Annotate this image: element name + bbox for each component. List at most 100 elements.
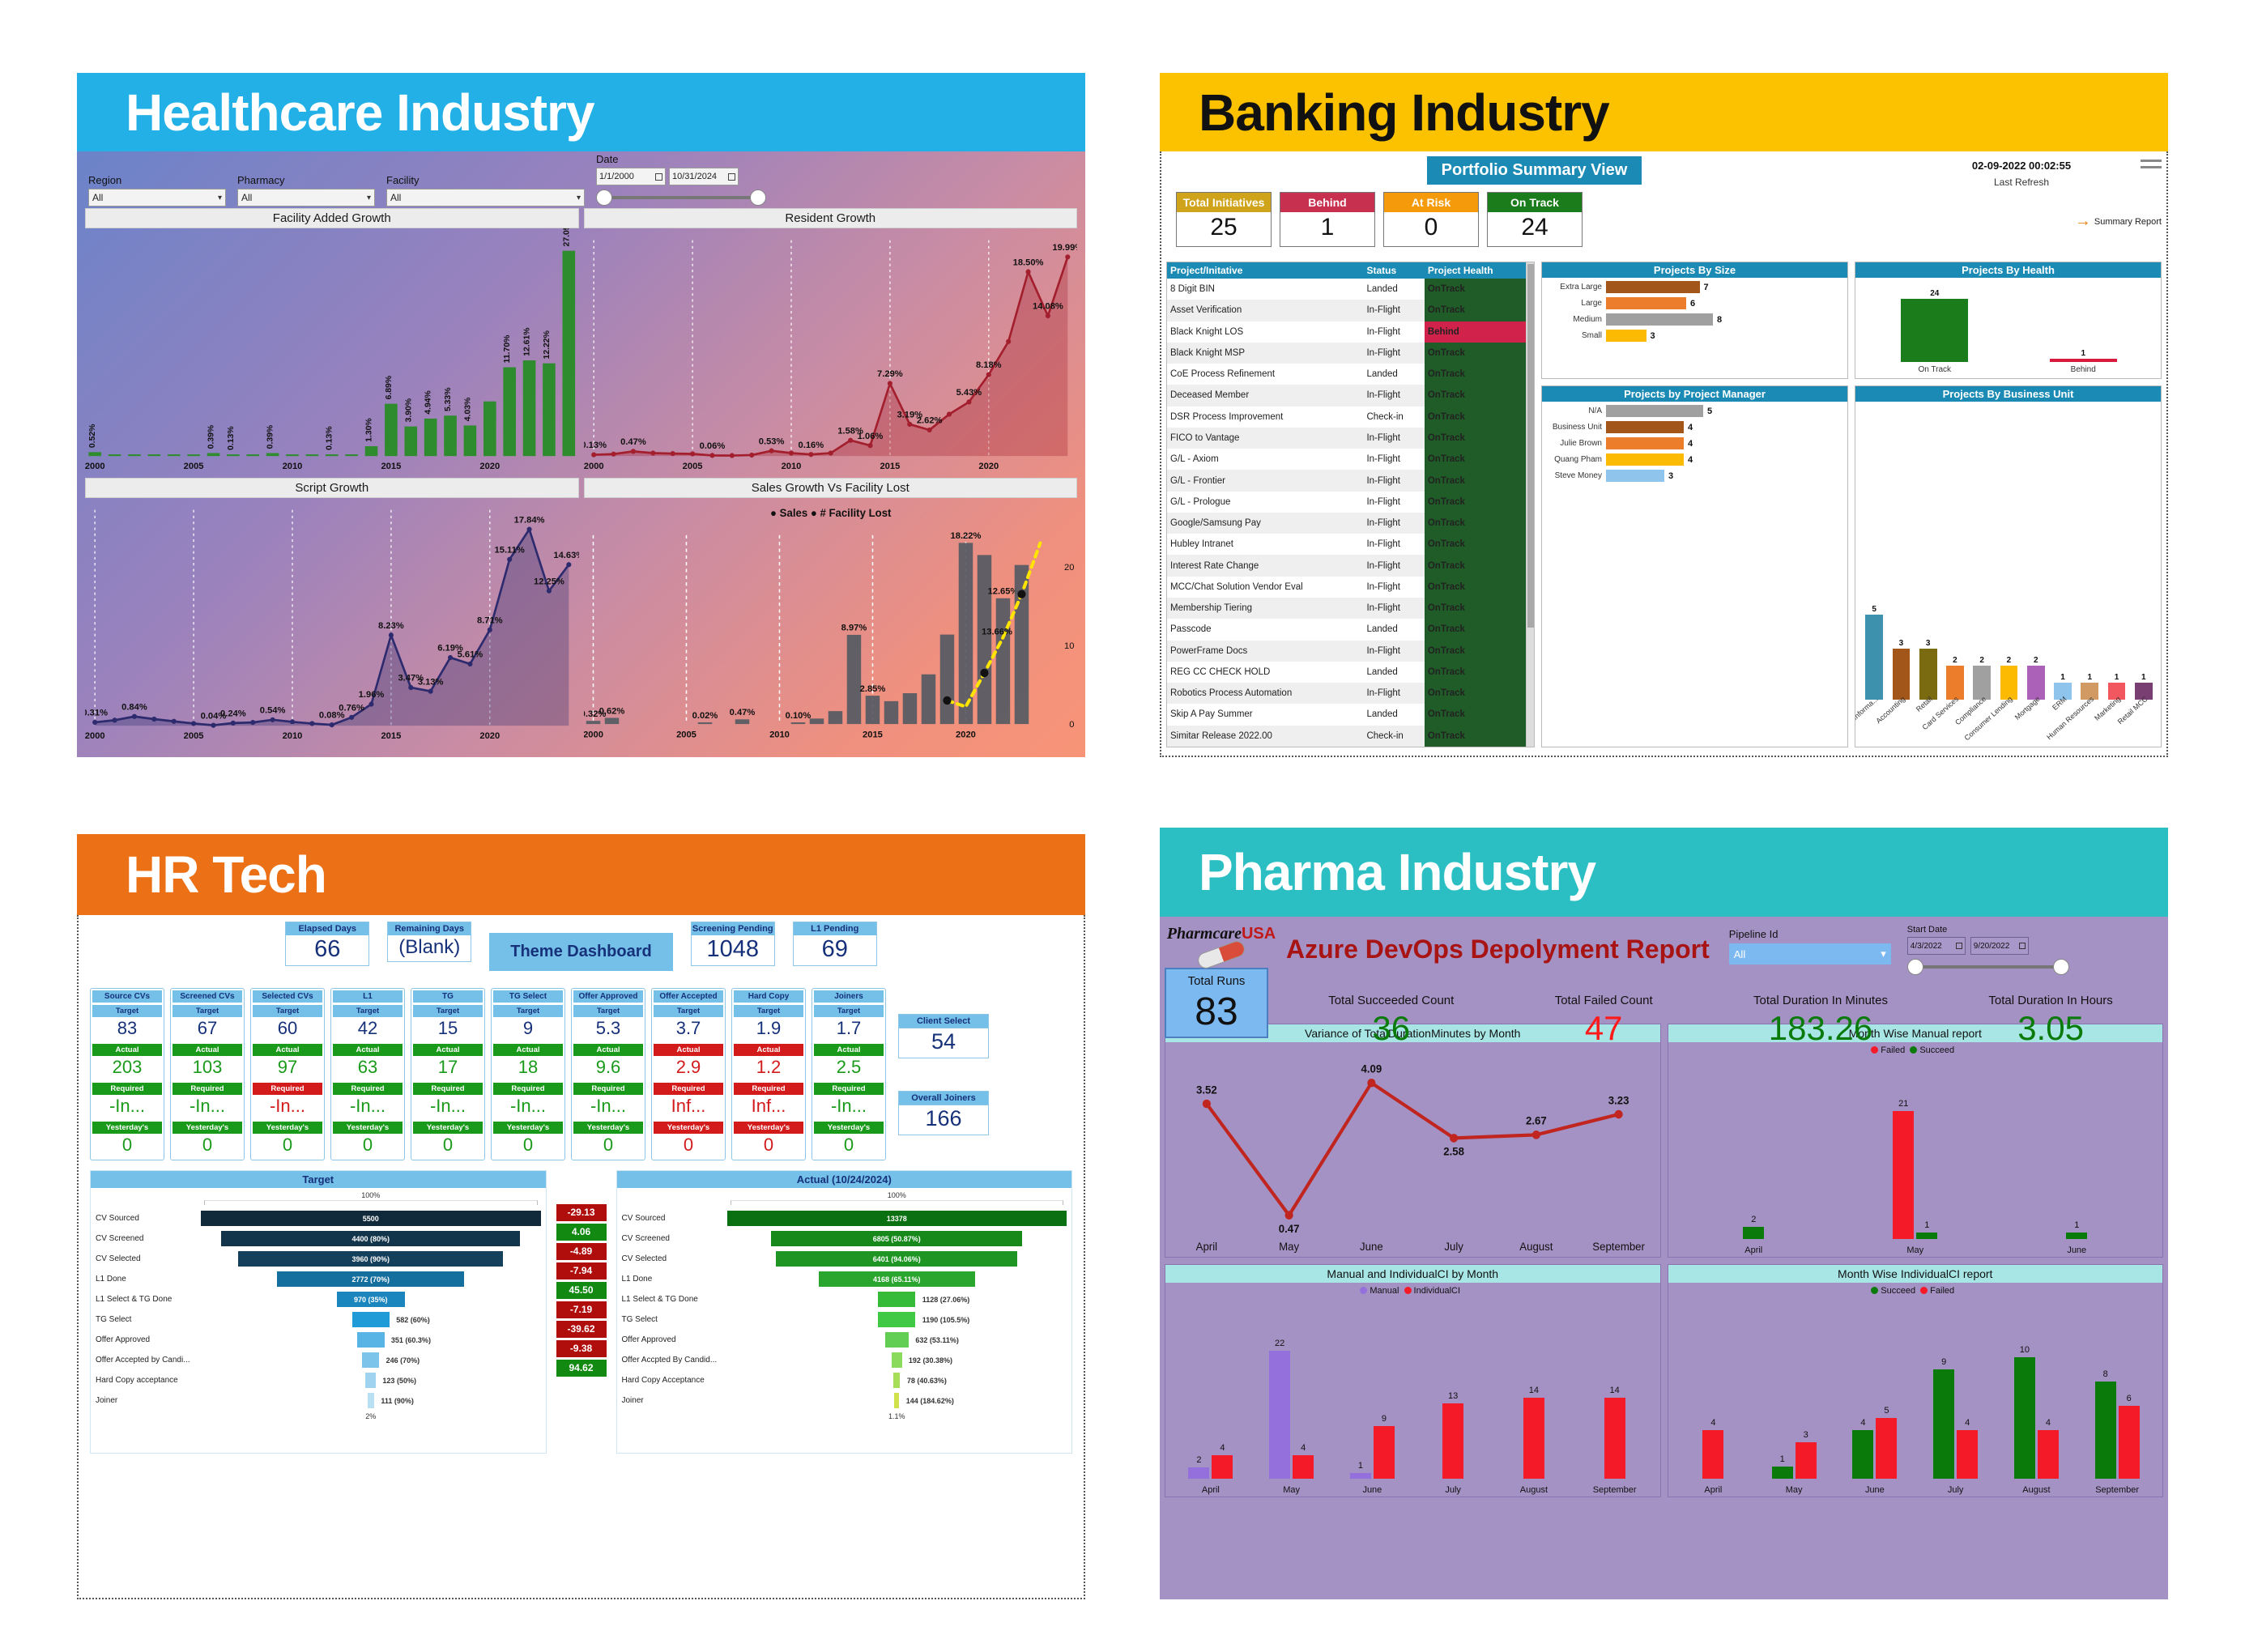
table-row[interactable]: Hubley Intranet In-Flight OnTrack <box>1167 534 1527 556</box>
plot-area: 0.52% 0.39% 0.13% 0.39% 0.13% 1.30% 6.89% 3.90%… <box>85 218 579 473</box>
funnel-bar: 970 (35%) <box>336 1292 405 1307</box>
slider-handle-left[interactable] <box>596 189 612 206</box>
table-row[interactable]: FICO to Vantage In-Flight OnTrack <box>1167 427 1527 449</box>
table-row[interactable]: Black Knight MSP In-Flight OnTrack <box>1167 342 1527 364</box>
date-from-input[interactable]: 1/1/2000 <box>596 168 666 185</box>
bar-value: 3 <box>1803 1430 1808 1440</box>
bar-row: Small 3 <box>1547 330 1842 342</box>
start-date-slider[interactable] <box>1906 958 2069 976</box>
cell-status: In-Flight <box>1366 581 1400 592</box>
funnel-stage: Offer Approved 632 (53.11%) <box>622 1330 1067 1350</box>
table-row[interactable]: Deceased Member In-Flight OnTrack <box>1167 385 1527 407</box>
bar-column: 3 Retail <box>1915 413 1940 713</box>
slider-handle-right[interactable] <box>750 189 766 206</box>
portfolio-summary-view-button[interactable]: Portfolio Summary View <box>1426 156 1642 185</box>
svg-text:0.62%: 0.62% <box>599 706 624 716</box>
svg-text:September: September <box>1592 1241 1645 1253</box>
yesterday-value: 0 <box>442 1135 454 1155</box>
x-label: August <box>2022 1485 2051 1495</box>
bar-row: Extra Large 7 <box>1547 281 1842 293</box>
cell-project: CoE Process Refinement <box>1170 369 1276 380</box>
funnel-stage-label: CV Screened <box>96 1234 144 1243</box>
svg-text:0.52%: 0.52% <box>88 424 97 448</box>
cell-status: In-Flight <box>1363 640 1425 662</box>
yesterday-value: 0 <box>522 1135 534 1155</box>
table-row[interactable]: G/L - Prologue In-Flight OnTrack <box>1167 491 1527 513</box>
card-screening-pending: Screening Pending 1048 <box>690 922 775 966</box>
table-row[interactable]: Membership Tiering In-Flight OnTrack <box>1167 597 1527 620</box>
bar-row: Steve Money 3 <box>1547 470 1842 482</box>
svg-text:11.70%: 11.70% <box>503 335 512 364</box>
table-row[interactable]: CoE Process Refinement Landed OnTrack <box>1167 364 1527 385</box>
bar-value: 1 <box>2087 673 2093 682</box>
cell-project: DSR Process Improvement <box>1170 411 1284 422</box>
bar-label: On Track <box>1918 365 1952 374</box>
bar: 14 <box>1604 1386 1625 1479</box>
table-row[interactable]: PowerFrame Docs In-Flight OnTrack <box>1167 640 1527 662</box>
svg-text:2.85%: 2.85% <box>859 684 885 694</box>
table-row[interactable]: Black Knight LOS In-Flight Behind <box>1167 321 1527 343</box>
card-value: 69 <box>821 936 848 962</box>
table-row[interactable]: G/L - Axiom In-Flight OnTrack <box>1167 449 1527 470</box>
legend-item: Succeed <box>1910 1045 1959 1055</box>
yesterday-value: 0 <box>763 1135 774 1155</box>
svg-text:0.47: 0.47 <box>1279 1223 1300 1235</box>
bar-value: 8 <box>2102 1369 2108 1379</box>
table-row[interactable]: MCC/Chat Solution Vendor Eval In-Flight On… <box>1167 576 1527 598</box>
yesterday-label: Yesterday's <box>253 1122 322 1134</box>
menu-icon[interactable] <box>2141 160 2162 168</box>
kpi-column-title: TG Select <box>493 990 563 1003</box>
svg-text:14.08%: 14.08% <box>1033 302 1063 312</box>
pharmacy-select[interactable]: All ▾ <box>237 189 375 206</box>
bar: 4 <box>1293 1443 1314 1479</box>
date-to-input[interactable]: 10/31/2024 <box>669 168 739 185</box>
plot-area: Extra Large 7 Large 6 Medium 8 Small 3 <box>1542 278 1847 378</box>
actual-value: 203 <box>112 1057 143 1077</box>
table-row[interactable]: Google/Samsung Pay In-Flight OnTrack <box>1167 512 1527 534</box>
funnel-stage: CV Sourced 13378 <box>622 1208 1067 1228</box>
cell-project: Hubley Intranet <box>1170 539 1233 550</box>
bar: 14 <box>1523 1386 1544 1479</box>
legend-swatch <box>1404 1286 1412 1294</box>
bar-value: 1 <box>1779 1454 1785 1464</box>
funnel-stage: L1 Done 2772 (70%) <box>96 1269 541 1289</box>
hrtech-panel: HR Tech Elapsed Days 66 Remaining Days (… <box>77 834 1085 1599</box>
slider-handle-right[interactable] <box>2052 959 2069 975</box>
region-select[interactable]: All ▾ <box>88 189 226 206</box>
actual-value: 103 <box>192 1057 223 1077</box>
table-row[interactable]: DSR Process Improvement Check-in OnTrack <box>1167 406 1527 428</box>
svg-text:4.03%: 4.03% <box>464 398 473 421</box>
table-row[interactable]: Skip A Pay Summer Landed OnTrack <box>1167 704 1527 726</box>
pipeline-select[interactable]: All ▾ <box>1728 943 1891 964</box>
table-row[interactable]: REG CC CHECK HOLD Landed OnTrack <box>1167 661 1527 683</box>
bar-row: Julie Brown 4 <box>1547 437 1842 449</box>
table-row[interactable]: Passcode Landed OnTrack <box>1167 619 1527 641</box>
funnel-bar <box>893 1373 901 1388</box>
table-row[interactable]: G/L - Frontier In-Flight OnTrack <box>1167 470 1527 492</box>
table-row[interactable]: Asset Verification In-Flight OnTrack <box>1167 300 1527 321</box>
funnel-bar <box>367 1393 374 1408</box>
table-scrollbar[interactable] <box>1526 262 1535 747</box>
table-row[interactable]: Robotics Process Automation In-Flight OnTr… <box>1167 683 1527 705</box>
pipeline-label: Pipeline Id <box>1728 928 1779 940</box>
projects-table: Project/Initative Status Project Health … <box>1167 262 1527 747</box>
theme-dashboard-button[interactable]: Theme Dashboard <box>489 933 673 971</box>
table-row[interactable]: Interest Rate Change In-Flight OnTrack <box>1167 555 1527 577</box>
svg-text:0.16%: 0.16% <box>798 441 824 450</box>
table-row[interactable]: Simitar Release 2022.00 Check-in OnTrack <box>1167 725 1527 747</box>
summary-report-link[interactable]: → Summary Report <box>2075 212 2162 231</box>
facility-select[interactable]: All ▾ <box>386 189 585 206</box>
slider-handle-left[interactable] <box>1906 959 1923 975</box>
svg-text:2000: 2000 <box>584 730 603 740</box>
kpi-column-title: L1 <box>333 990 403 1003</box>
target-value: 67 <box>197 1018 218 1038</box>
start-date-to[interactable]: 9/20/2022 <box>1970 937 2029 955</box>
bar <box>1892 649 1911 700</box>
start-date-from[interactable]: 4/3/2022 <box>1906 937 1966 955</box>
bar-group: 2 <box>1673 1065 1835 1239</box>
bar-value: 4 <box>1688 454 1693 465</box>
table-row[interactable]: 8 Digit BIN Landed OnTrack <box>1167 279 1527 300</box>
date-range-slider[interactable] <box>596 189 766 206</box>
funnel-stage-label: CV Sourced <box>621 1214 666 1223</box>
bar-value: 4 <box>1710 1418 1716 1428</box>
